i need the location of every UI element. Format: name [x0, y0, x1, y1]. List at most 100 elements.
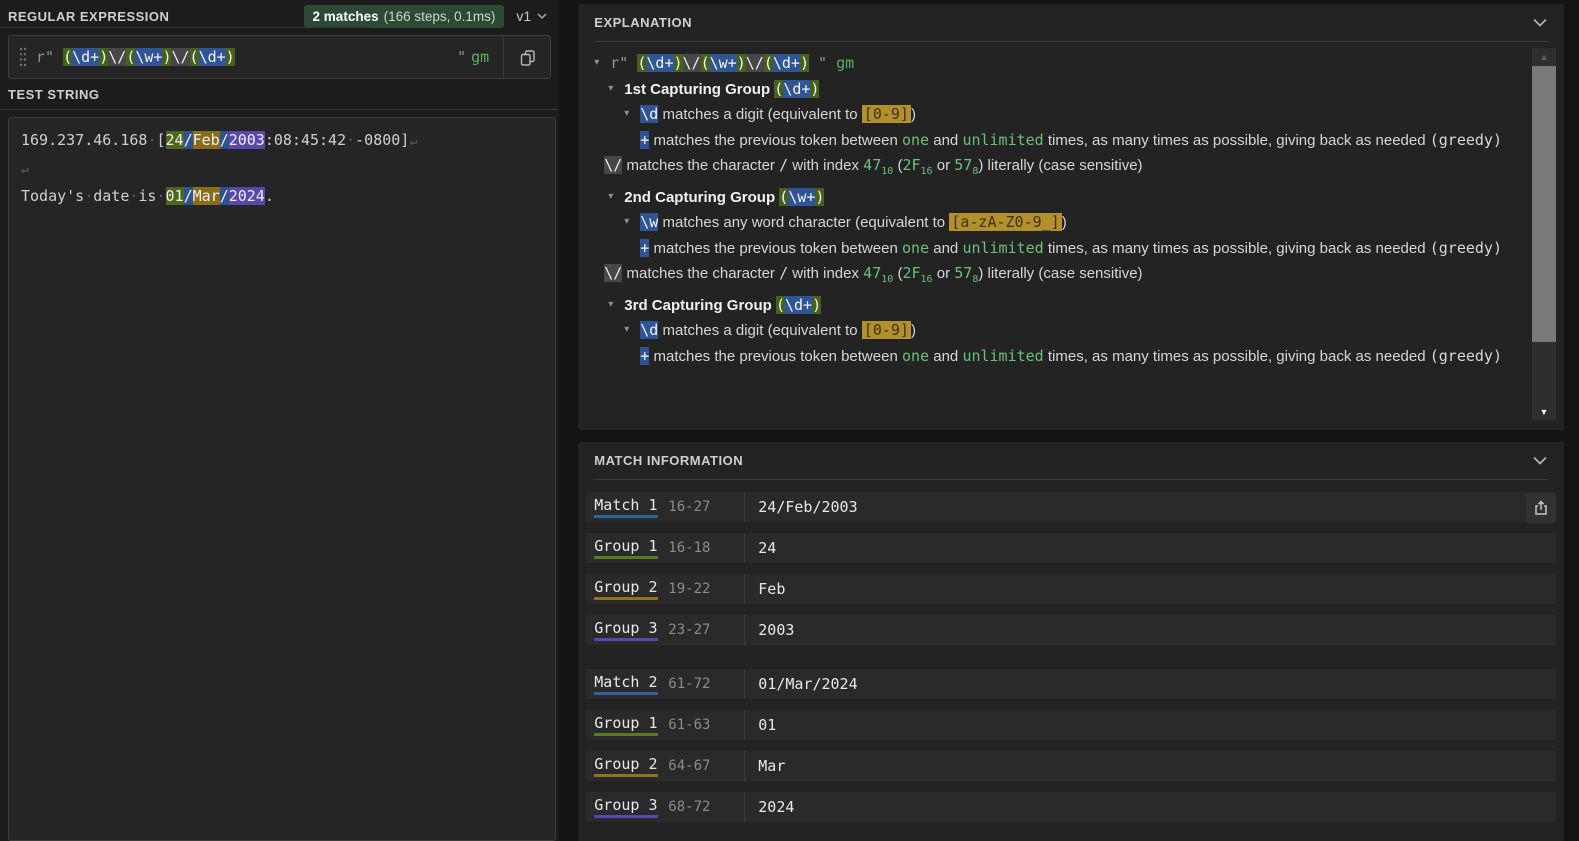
regex-version-dropdown[interactable]: v1	[504, 8, 557, 24]
segment-t: with index	[788, 265, 863, 282]
match-range: 64-67	[668, 758, 744, 774]
segment-esc: \/	[604, 264, 622, 282]
match-label-cell: Group 1	[594, 537, 668, 559]
match-label[interactable]: Group 2	[594, 578, 657, 600]
segment-dim: r"	[610, 54, 637, 72]
explanation-text: \/ matches the character / with index 47…	[604, 261, 1502, 293]
segment-t: and	[929, 348, 962, 365]
test-string-editor[interactable]: 169.237.46.168·[24/Feb/2003:08:45:42·-08…	[8, 117, 556, 841]
segment-t: .	[265, 187, 274, 205]
toggle-arrow-icon[interactable]: ▾	[624, 102, 640, 127]
match-label[interactable]: Group 3	[594, 796, 657, 818]
regex-delimiter-close: "	[448, 48, 466, 66]
scrollbar-thumb[interactable]	[1532, 66, 1556, 342]
match-row: Group 323-272003	[586, 615, 1556, 645]
explanation-row: ▾r" (\d+)\/(\w+)\/(\d+) " gm	[594, 51, 1502, 77]
segment-mono: (greedy)	[1430, 239, 1502, 257]
match-table: Match 116-2724/Feb/2003Group 116-1824Gro…	[578, 480, 1564, 822]
segment-tok: \d+	[783, 80, 810, 98]
toggle-arrow-icon[interactable]: ▾	[624, 318, 640, 343]
explanation-text: 1st Capturing Group (\d+)	[624, 77, 1502, 103]
segment-t: matches the previous token between	[649, 348, 902, 365]
segment-kw: 2F	[902, 156, 920, 174]
explanation-header: EXPLANATION	[594, 4, 1548, 42]
segment-grp: (	[126, 48, 135, 66]
explanation-row: ▾1st Capturing Group (\d+)	[594, 77, 1502, 103]
divider	[744, 669, 745, 699]
segment-kw: unlimited	[962, 239, 1043, 257]
segment-m3: 2003	[229, 131, 265, 149]
copy-regex-button[interactable]	[504, 36, 550, 78]
segment-t: ) literally (case sensitive)	[978, 265, 1142, 282]
copy-icon	[518, 48, 537, 67]
match-label[interactable]: Match 1	[594, 496, 657, 518]
regex-flags[interactable]: gm	[471, 48, 489, 66]
test-string-line: ↵	[21, 155, 543, 183]
segment-tok: +	[640, 131, 649, 149]
segment-b: 2nd Capturing Group	[624, 189, 779, 206]
segment-set: [0-9]	[862, 105, 911, 123]
segment-kw: 57	[954, 264, 972, 282]
match-label[interactable]: Group 1	[594, 537, 657, 559]
segment-t: ) literally (case sensitive)	[978, 157, 1142, 174]
test-string-line: 169.237.46.168·[24/Feb/2003:08:45:42·-08…	[21, 127, 543, 155]
match-row: Group 264-67Mar	[586, 751, 1556, 781]
segment-m3: 2024	[229, 187, 265, 205]
explanation-text: \w matches any word character (equivalen…	[640, 210, 1502, 236]
match-label-cell: Match 2	[594, 673, 668, 695]
export-matches-button[interactable]	[1526, 493, 1556, 523]
match-range: 68-72	[668, 799, 744, 815]
explanation-row: \/ matches the character / with index 47…	[594, 153, 1502, 185]
left-column: REGULAR EXPRESSION 2 matches (166 steps,…	[0, 0, 559, 841]
segment-t: Today's	[21, 187, 84, 205]
segment-t: date	[93, 187, 129, 205]
drag-handle-icon[interactable]	[19, 46, 27, 68]
match-value: 24/Feb/2003	[758, 498, 857, 516]
segment-grp: )	[815, 188, 824, 206]
match-label-cell: Group 1	[594, 714, 668, 736]
match-label[interactable]: Group 3	[594, 619, 657, 641]
segment-grp: )	[812, 296, 821, 314]
segment-t: matches the previous token between	[649, 132, 902, 149]
toggle-arrow-icon[interactable]: ▾	[608, 77, 624, 102]
segment-nl: ↵	[409, 134, 417, 149]
collapse-explanation-icon[interactable]	[1532, 18, 1548, 27]
explanation-text: \d matches a digit (equivalent to [0-9])	[640, 318, 1502, 344]
segment-grp: (	[764, 54, 773, 72]
match-label[interactable]: Match 2	[594, 673, 657, 695]
match-label[interactable]: Group 2	[594, 755, 657, 777]
segment-sp: ·	[84, 187, 93, 205]
scroll-down-icon[interactable]: ▼	[1532, 407, 1556, 417]
match-range: 16-27	[668, 499, 744, 515]
match-label[interactable]: Group 1	[594, 714, 657, 736]
explanation-row: + matches the previous token between one…	[594, 236, 1502, 262]
segment-t: matches a digit (equivalent to	[658, 106, 861, 123]
badge-matches-text: 2 matches	[313, 9, 379, 24]
explanation-scrollbar[interactable]: ▲ ▼	[1532, 48, 1556, 420]
toggle-arrow-icon[interactable]: ▾	[594, 51, 610, 76]
segment-t: and	[929, 132, 962, 149]
explanation-row: ▾\d matches a digit (equivalent to [0-9]…	[594, 318, 1502, 344]
segment-b: 3rd Capturing Group	[624, 297, 776, 314]
toggle-arrow-icon[interactable]: ▾	[608, 185, 624, 210]
regex-input[interactable]: r" (\d+)\/(\w+)\/(\d+) " gm	[8, 35, 551, 79]
segment-tok: \w+	[710, 54, 737, 72]
segment-grp: (	[774, 80, 783, 98]
segment-t: is	[138, 187, 156, 205]
segment-msep: /	[220, 187, 229, 205]
segment-t: matches a digit (equivalent to	[658, 322, 861, 339]
segment-t: with index	[788, 157, 863, 174]
divider	[744, 533, 745, 563]
collapse-match-information-icon[interactable]	[1532, 456, 1548, 465]
segment-grp: (	[63, 48, 72, 66]
segment-esc: \/	[604, 156, 622, 174]
scroll-up-icon[interactable]: ▲	[1532, 48, 1556, 66]
segment-kw: unlimited	[962, 347, 1043, 365]
version-label: v1	[516, 8, 531, 24]
regex-pattern[interactable]: (\d+)\/(\w+)\/(\d+)	[63, 48, 235, 66]
toggle-arrow-icon[interactable]: ▾	[624, 210, 640, 235]
match-row: Group 161-6301	[586, 710, 1556, 740]
explanation-tree: ▾r" (\d+)\/(\w+)\/(\d+) " gm▾1st Capturi…	[578, 42, 1564, 369]
toggle-arrow-icon[interactable]: ▾	[608, 293, 624, 318]
test-string-section-title: TEST STRING	[8, 87, 99, 102]
